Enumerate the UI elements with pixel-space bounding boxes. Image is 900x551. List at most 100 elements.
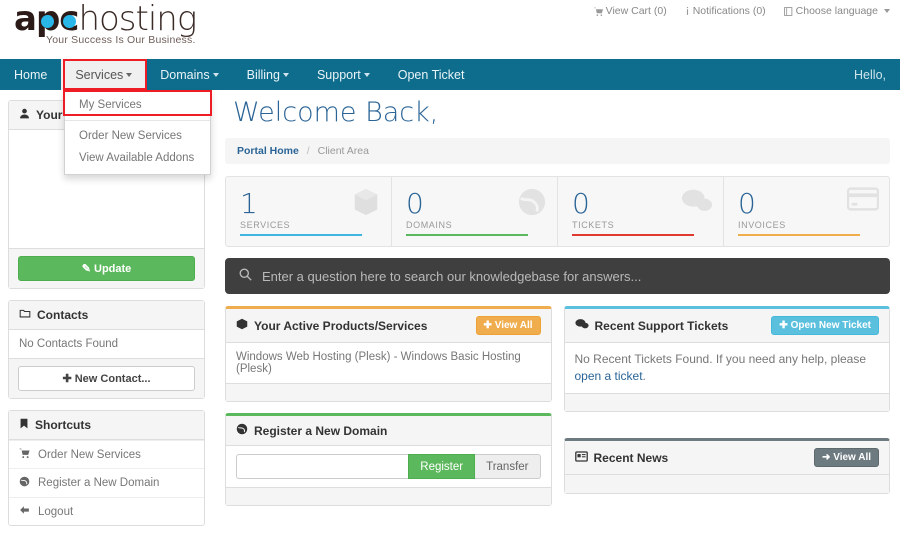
page-title: Welcome Back,	[233, 97, 439, 128]
tickets-panel-body: No Recent Tickets Found. If you need any…	[565, 343, 890, 393]
tickets-panel-title: Recent Support Tickets	[594, 318, 729, 333]
dropdown-item-view-available-addons[interactable]: View Available Addons	[65, 147, 210, 169]
comments-icon	[681, 187, 713, 218]
notifications-link[interactable]: Notifications (0)	[685, 5, 766, 17]
products-view-all-label: View All	[494, 320, 533, 331]
folder-icon	[19, 308, 31, 322]
logo-tagline: Your Success Is Our Business.	[46, 34, 196, 46]
box-icon	[236, 318, 248, 333]
open-new-ticket-button[interactable]: ✚ Open New Ticket	[771, 316, 879, 335]
domain-search-row: Register Transfer	[236, 454, 541, 479]
products-panel: Your Active Products/Services ✚ View All…	[225, 306, 552, 402]
stat-tickets[interactable]: 0 TICKETS	[557, 177, 723, 246]
open-a-ticket-link[interactable]: open a ticket	[575, 369, 643, 383]
stat-domains[interactable]: 0 DOMAINS	[391, 177, 557, 246]
plus-icon: ✚	[483, 320, 492, 331]
shortcut-label: Order New Services	[38, 448, 141, 461]
update-button-label: Update	[94, 263, 132, 275]
arrow-left-icon	[19, 505, 30, 518]
dropdown-item-my-services[interactable]: My Services	[65, 94, 210, 116]
news-panel-title: Recent News	[593, 450, 669, 465]
choose-language-label: Choose language	[795, 5, 878, 17]
products-panel-title: Your Active Products/Services	[254, 318, 428, 333]
nav-home-label: Home	[14, 67, 48, 82]
search-icon	[239, 268, 252, 284]
dashboard-columns: Your Active Products/Services ✚ View All…	[225, 306, 890, 517]
services-dropdown-menu: My Services Order New Services View Avai…	[64, 90, 211, 175]
account-panel-title: Your	[36, 108, 63, 122]
choose-language-link[interactable]: Choose language	[783, 5, 890, 17]
nav-billing-label: Billing	[246, 67, 280, 82]
news-panel-header: Recent News ➜ View All	[564, 441, 889, 475]
domain-panel-header: Register a New Domain	[226, 416, 551, 446]
account-panel-footer: ✎ Update	[9, 248, 204, 288]
breadcrumb-portal-home[interactable]: Portal Home	[237, 145, 299, 157]
tickets-empty-text: No Recent Tickets Found. If you need any…	[574, 352, 867, 366]
shortcut-register-new-domain[interactable]: Register a New Domain	[9, 468, 204, 497]
domain-panel: Register a New Domain Register Transfer	[225, 413, 552, 506]
nav-item-support[interactable]: Support	[303, 59, 384, 90]
shortcut-logout[interactable]: Logout	[9, 497, 204, 525]
tickets-empty-message: No Recent Tickets Found. If you need any…	[575, 351, 880, 385]
nav-item-home[interactable]: Home	[0, 59, 61, 90]
domain-panel-title: Register a New Domain	[254, 423, 388, 438]
stat-services[interactable]: 1 SERVICES	[226, 177, 391, 246]
update-button[interactable]: ✎ Update	[18, 256, 195, 281]
domain-register-button[interactable]: Register	[408, 454, 476, 479]
tickets-panel-header: Recent Support Tickets ✚ Open New Ticket	[564, 309, 889, 343]
stat-invoices[interactable]: 0 INVOICES	[723, 177, 889, 246]
nav-support-label: Support	[316, 67, 361, 82]
shortcut-order-new-services[interactable]: Order New Services	[9, 440, 204, 468]
shortcuts-panel: Shortcuts Order New Services Register a …	[8, 410, 205, 526]
breadcrumb: Portal Home / Client Area	[225, 138, 890, 164]
product-item[interactable]: Windows Web Hosting (Plesk) - Windows Ba…	[236, 351, 541, 375]
stat-label: INVOICES	[738, 220, 786, 230]
stat-underline	[738, 234, 861, 236]
logo-dots-decoration	[41, 15, 85, 31]
contacts-panel-body: No Contacts Found	[9, 330, 204, 358]
contacts-panel: Contacts No Contacts Found ✚ New Contact…	[8, 300, 205, 399]
shortcuts-panel-title: Shortcuts	[35, 418, 92, 432]
cart-icon	[19, 448, 30, 461]
chevron-down-icon	[884, 9, 890, 13]
shortcut-label: Register a New Domain	[38, 477, 160, 489]
shortcuts-panel-header: Shortcuts	[9, 411, 204, 440]
plus-icon: ✚	[62, 373, 72, 385]
news-panel: Recent News ➜ View All	[563, 438, 890, 494]
book-icon	[783, 6, 793, 16]
news-view-all-button[interactable]: ➜ View All	[814, 448, 879, 467]
knowledgebase-search[interactable]: Enter a question here to search our know…	[225, 258, 890, 294]
dropdown-divider	[65, 120, 210, 121]
shortcut-label: Logout	[38, 505, 74, 518]
domain-panel-footer	[226, 487, 551, 505]
breadcrumb-current: Client Area	[317, 145, 369, 157]
domain-transfer-button[interactable]: Transfer	[475, 454, 541, 479]
nav-item-domains[interactable]: Domains	[146, 59, 232, 90]
bookmark-icon	[19, 418, 29, 432]
nav-item-open-ticket[interactable]: Open Ticket	[384, 59, 479, 90]
chevron-down-icon	[363, 72, 370, 77]
contacts-panel-title: Contacts	[37, 308, 89, 322]
new-contact-button[interactable]: ✚ New Contact...	[18, 366, 195, 391]
nav-domains-label: Domains	[160, 67, 210, 82]
dashboard-column-right: Recent Support Tickets ✚ Open New Ticket…	[563, 306, 890, 517]
comments-icon	[574, 318, 589, 333]
site-logo[interactable]: apchosting Your Success Is Our Business.	[14, 2, 197, 46]
stats-row: 1 SERVICES 0 DOMAINS 0 TICKETS 0 INVOICE…	[225, 176, 890, 247]
news-icon	[574, 450, 588, 465]
nav-item-billing[interactable]: Billing	[233, 59, 303, 90]
dropdown-item-order-new-services[interactable]: Order New Services	[65, 125, 210, 147]
domain-search-input[interactable]	[236, 454, 409, 479]
user-icon	[19, 108, 30, 122]
nav-item-services[interactable]: Services	[61, 59, 147, 90]
contacts-empty-text: No Contacts Found	[19, 338, 119, 350]
tickets-panel: Recent Support Tickets ✚ Open New Ticket…	[563, 306, 890, 412]
globe-icon	[517, 187, 547, 220]
products-panel-footer	[226, 383, 551, 401]
view-cart-link[interactable]: View Cart (0)	[593, 5, 667, 17]
products-view-all-button[interactable]: ✚ View All	[475, 316, 541, 335]
nav-services-label: Services	[75, 67, 124, 82]
info-icon	[685, 6, 690, 16]
main-navigation: Home Services Domains Billing Support Op…	[0, 59, 900, 90]
pencil-icon: ✎	[81, 263, 91, 275]
